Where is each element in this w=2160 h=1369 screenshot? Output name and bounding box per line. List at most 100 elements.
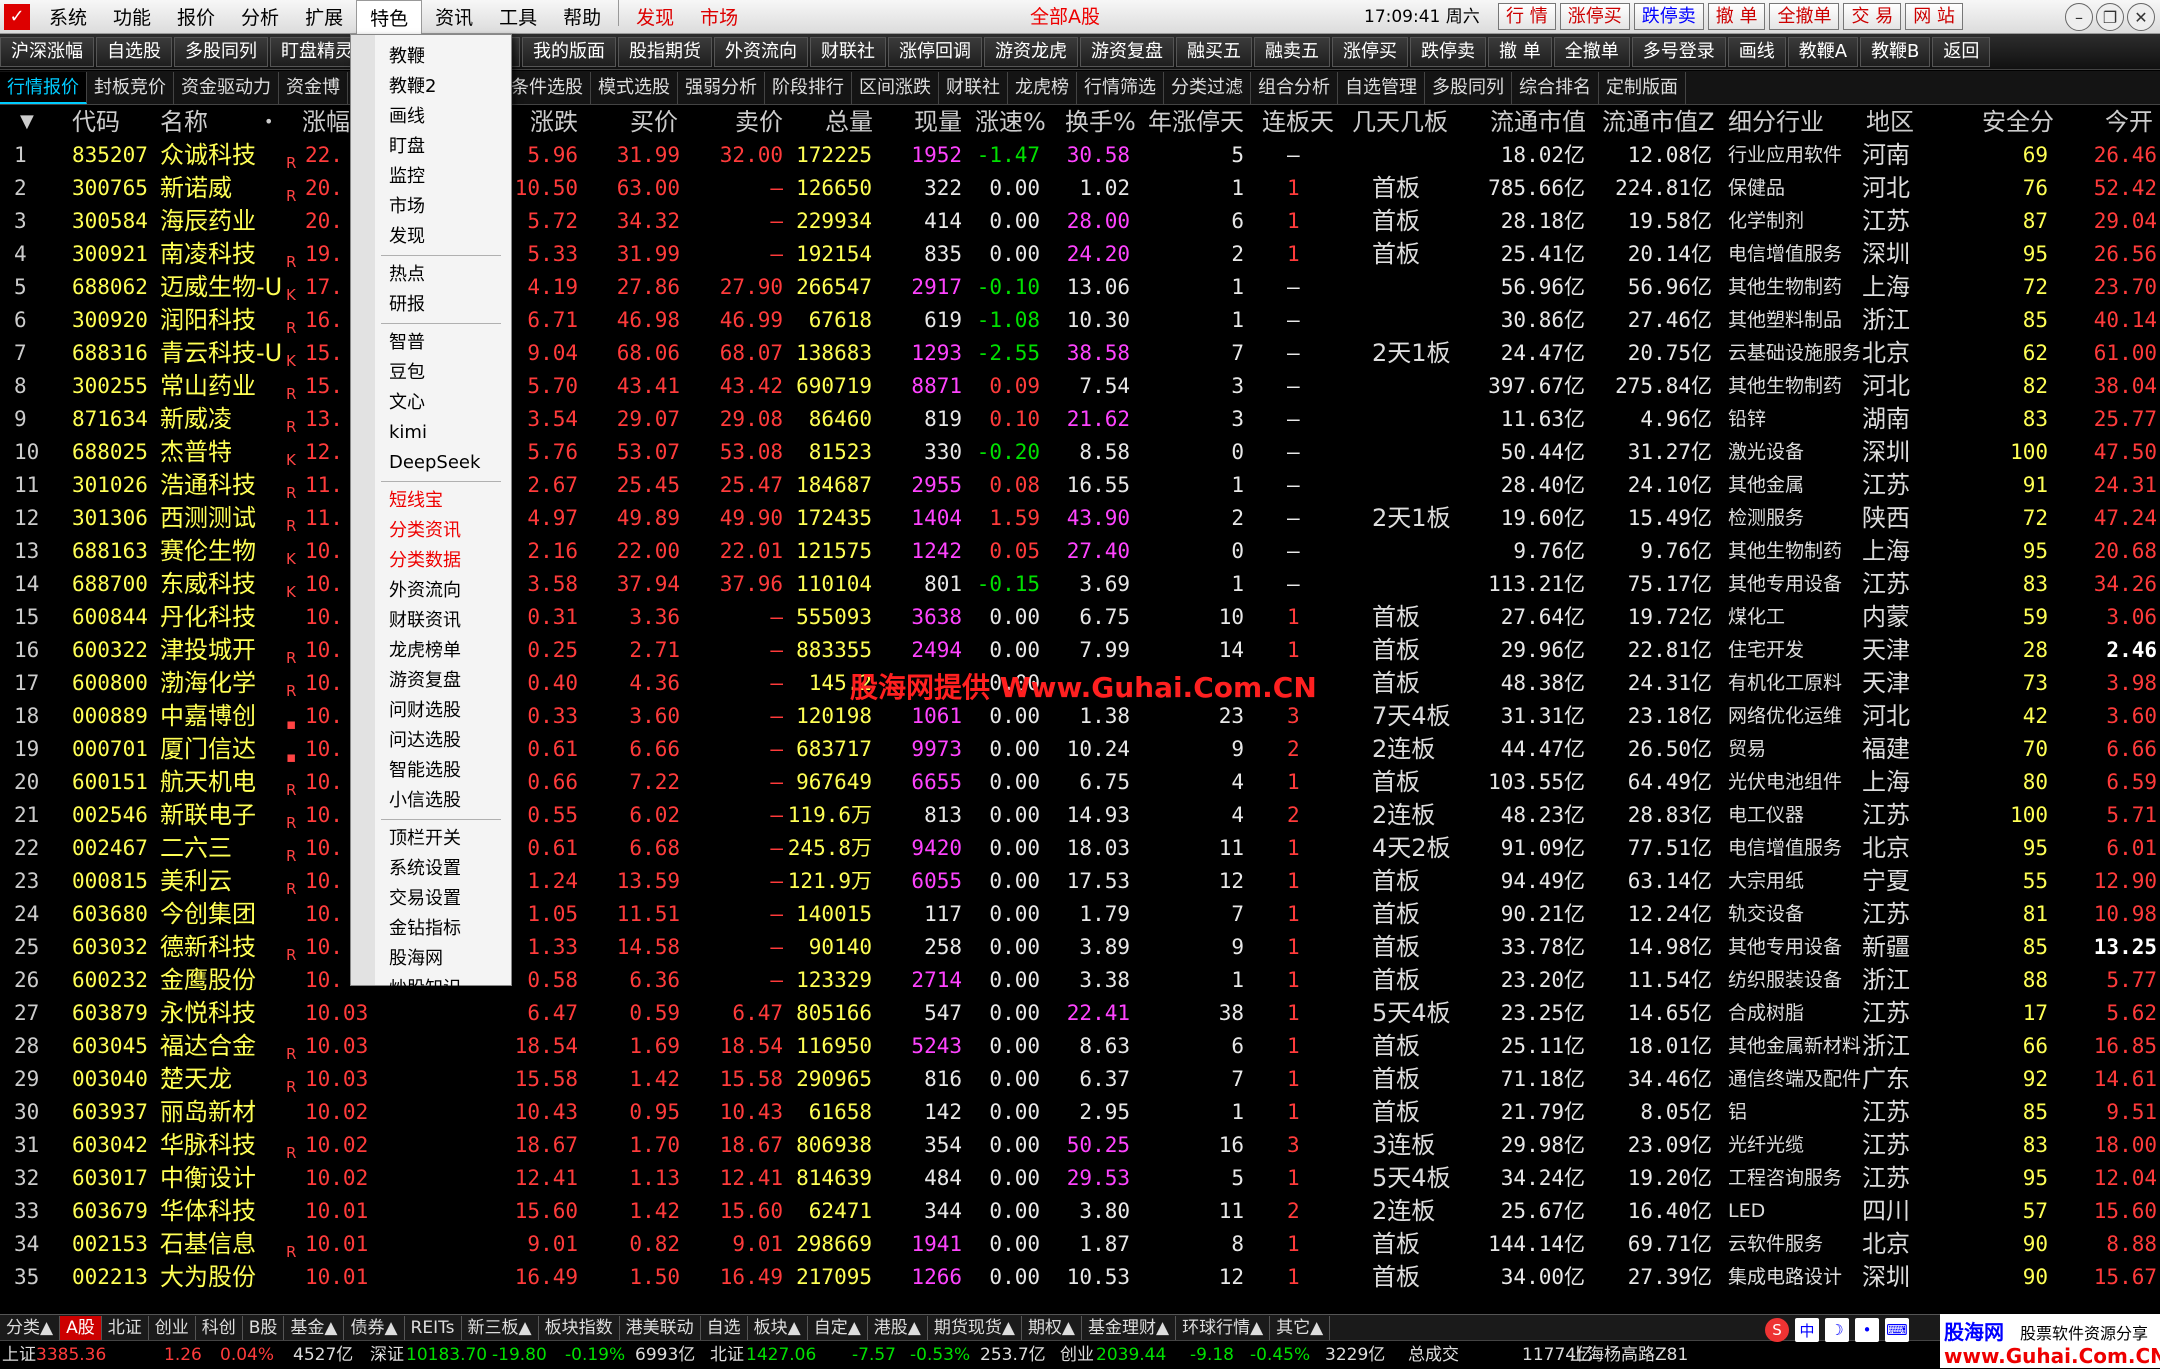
table-row[interactable]: 7 688316 青云科技-U K 15. 9.04 68.06 68.07 138683 129…	[0, 337, 2160, 370]
special-menu-item[interactable]: 分类数据	[389, 547, 461, 575]
table-row[interactable]: 5 688062 迈威生物-U K 17. 4.19 27.86 27.90 266547 291…	[0, 271, 2160, 304]
tab-1[interactable]: 封板竞价	[87, 71, 174, 104]
table-row[interactable]: 1 835207 众诚科技 R 22. 5.96 31.99 32.00 172225 1952-…	[0, 139, 2160, 172]
col-change[interactable]: 涨跌	[530, 105, 578, 139]
special-menu-item[interactable]: 小信选股	[389, 787, 461, 815]
col-float-mv-z[interactable]: 流通市值Z	[1602, 105, 1714, 139]
toolbar-button-22[interactable]: 教鞭A	[1787, 36, 1859, 67]
special-menu-item[interactable]: 股海网	[389, 945, 443, 973]
special-menu-item[interactable]: 市场	[389, 193, 425, 221]
col-name[interactable]: 名称	[160, 105, 208, 139]
tab-17[interactable]: 分类过滤	[1164, 71, 1251, 104]
menu-item-2[interactable]: 报价	[164, 0, 228, 34]
table-row[interactable]: 20 600151 航天机电 R 10. 0.66 7.22–967649 6655 0.00 6…	[0, 766, 2160, 799]
market-tab-19[interactable]: 环球行情▲	[1176, 1315, 1271, 1340]
toolbar-button-17[interactable]: 跌停卖	[1410, 36, 1486, 67]
table-row[interactable]: 32 603017 中衡设计 10.02 12.41 1.13 12.41 814639 484…	[0, 1162, 2160, 1195]
col-ask[interactable]: 卖价	[735, 105, 783, 139]
table-row[interactable]: 22 002467 二六三 R 10. 0.61 6.68–245.8万 9420 0.00 18…	[0, 832, 2160, 865]
table-row[interactable]: 26 600232 金鹰股份 10. 0.58 6.36 –123329 2714 0.00 3.…	[0, 964, 2160, 997]
table-row[interactable]: 15 600844 丹化科技 10. 0.31 3.36 –555093 3638 0.00 6.…	[0, 601, 2160, 634]
col-change-pct[interactable]: 涨幅	[302, 105, 350, 139]
table-row[interactable]: 9 871634 新威凌 R 13. 3.54 29.07 29.08 86460 819 0.10…	[0, 403, 2160, 436]
menu-item-10[interactable]: 市场	[687, 0, 751, 34]
col-safety[interactable]: 安全分	[1982, 105, 2054, 139]
menu-item-8[interactable]: 帮助	[550, 0, 614, 34]
quick-button-6[interactable]: 网 站	[1905, 3, 1963, 30]
market-tab-7[interactable]: 债券▲	[344, 1315, 405, 1340]
moon-icon[interactable]: ☽	[1825, 1318, 1849, 1342]
col-code[interactable]: 代码	[72, 105, 120, 139]
tab-13[interactable]: 财联社	[939, 71, 1008, 104]
sogou-icon[interactable]: S	[1765, 1318, 1789, 1342]
col-volume[interactable]: 总量	[825, 105, 873, 139]
tab-10[interactable]: 强弱分析	[678, 71, 765, 104]
table-row[interactable]: 4 300921 南凌科技 R 19. 5.33 31.99–192154 835 0.00 24…	[0, 238, 2160, 271]
quick-button-4[interactable]: 全撤单	[1769, 3, 1840, 30]
special-menu-item[interactable]: 盯盘	[389, 133, 425, 161]
table-row[interactable]: 28 603045 福达合金 R 10.03 18.54 1.69 18.54 116950 52…	[0, 1030, 2160, 1063]
market-tab-11[interactable]: 港美联动	[620, 1315, 701, 1340]
special-menu-item[interactable]: 问达选股	[389, 727, 461, 755]
tab-3[interactable]: 资金博	[279, 71, 348, 104]
special-menu-item[interactable]: 金钻指标	[389, 915, 461, 943]
table-row[interactable]: 29 003040 楚天龙 R 10.03 15.58 1.42 15.58 290965 816…	[0, 1063, 2160, 1096]
table-row[interactable]: 24 603680 今创集团 10. 1.05 11.51 –140015 117 0.00 1.…	[0, 898, 2160, 931]
special-menu-item[interactable]: 文心	[389, 389, 425, 417]
toolbar-button-16[interactable]: 涨停买	[1332, 36, 1408, 67]
close-icon[interactable]: ✕	[2127, 3, 2155, 31]
special-menu-item[interactable]: 问财选股	[389, 697, 461, 725]
market-tab-6[interactable]: 基金▲	[284, 1315, 345, 1340]
toolbar-button-1[interactable]: 自选股	[96, 36, 172, 67]
table-row[interactable]: 19 000701 厦门信达 ▪ 10. 0.61 6.66–683717 9973 0.00 1…	[0, 733, 2160, 766]
toolbar-button-21[interactable]: 画线	[1727, 36, 1786, 67]
toolbar-button-8[interactable]: 股指期货	[618, 36, 712, 67]
menu-item-0[interactable]: 系统	[36, 0, 100, 34]
market-tab-0[interactable]: 分类▲	[0, 1315, 61, 1340]
col-consec[interactable]: 连板天	[1262, 105, 1334, 139]
special-menu-item[interactable]: 教鞭	[389, 43, 425, 71]
toolbar-button-15[interactable]: 融卖五	[1254, 36, 1330, 67]
quick-button-2[interactable]: 跌停卖	[1633, 3, 1704, 30]
special-menu-item[interactable]: 系统设置	[389, 855, 461, 883]
toolbar-button-13[interactable]: 游资复盘	[1080, 36, 1174, 67]
toolbar-button-12[interactable]: 游资龙虎	[984, 36, 1078, 67]
special-menu-item[interactable]: 智能选股	[389, 757, 461, 785]
tab-19[interactable]: 自选管理	[1338, 71, 1425, 104]
quick-button-0[interactable]: 行 情	[1498, 3, 1556, 30]
table-row[interactable]: 11 301026 浩通科技 R 11. 2.67 25.45 25.47 184687 2955…	[0, 469, 2160, 502]
tab-12[interactable]: 区间涨跌	[852, 71, 939, 104]
table-row[interactable]: 16 600322 津投城开 R 10. 0.25 2.71–883355 2494 0.00 7…	[0, 634, 2160, 667]
col-today-open[interactable]: 今开	[2105, 105, 2153, 139]
restore-icon[interactable]: ❐	[2096, 3, 2124, 31]
table-row[interactable]: 25 603032 德新科技 R 10. 1.33 14.58–90140 258 0.00 3.…	[0, 931, 2160, 964]
special-menu-item[interactable]: 发现	[389, 223, 425, 251]
market-tab-9[interactable]: 新三板▲	[462, 1315, 539, 1340]
table-row[interactable]: 12 301306 西测测试 R 11. 4.97 49.89 49.90 172435 1404…	[0, 502, 2160, 535]
table-row[interactable]: 3 300584 海辰药业 20. 5.72 34.32 –229934 414 0.00 28.…	[0, 205, 2160, 238]
special-menu-item[interactable]: 监控	[389, 163, 425, 191]
quick-button-1[interactable]: 涨停买	[1559, 3, 1630, 30]
tab-21[interactable]: 综合排名	[1512, 71, 1599, 104]
table-row[interactable]: 33 603679 华体科技 10.01 15.60 1.42 15.60 62471 344 0…	[0, 1195, 2160, 1228]
col-speed[interactable]: 涨速%	[975, 105, 1046, 139]
menu-item-9[interactable]: 发现	[623, 0, 687, 34]
toolbar-button-18[interactable]: 撤 单	[1488, 36, 1552, 67]
tab-16[interactable]: 行情筛选	[1077, 71, 1164, 104]
special-menu-item[interactable]: 教鞭2	[389, 73, 436, 101]
table-row[interactable]: 30 603937 丽岛新材 10.02 10.43 0.95 10.43 61658 142 0…	[0, 1096, 2160, 1129]
minimize-icon[interactable]: –	[2065, 3, 2093, 31]
quick-button-3[interactable]: 撤 单	[1707, 3, 1766, 30]
special-menu-item[interactable]: 智普	[389, 329, 425, 357]
special-menu-item[interactable]: kimi	[389, 419, 427, 447]
special-menu-item[interactable]: 热点	[389, 261, 425, 289]
toolbar-button-24[interactable]: 返回	[1932, 36, 1991, 67]
tab-9[interactable]: 模式选股	[591, 71, 678, 104]
toolbar-button-11[interactable]: 涨停回调	[888, 36, 982, 67]
market-tab-15[interactable]: 港股▲	[868, 1315, 928, 1340]
keyboard-icon[interactable]: ⌨	[1885, 1318, 1909, 1342]
tab-11[interactable]: 阶段排行	[765, 71, 852, 104]
toolbar-button-9[interactable]: 外资流向	[714, 36, 808, 67]
menu-item-4[interactable]: 扩展	[292, 0, 356, 34]
col-region[interactable]: 地区	[1866, 105, 1914, 139]
